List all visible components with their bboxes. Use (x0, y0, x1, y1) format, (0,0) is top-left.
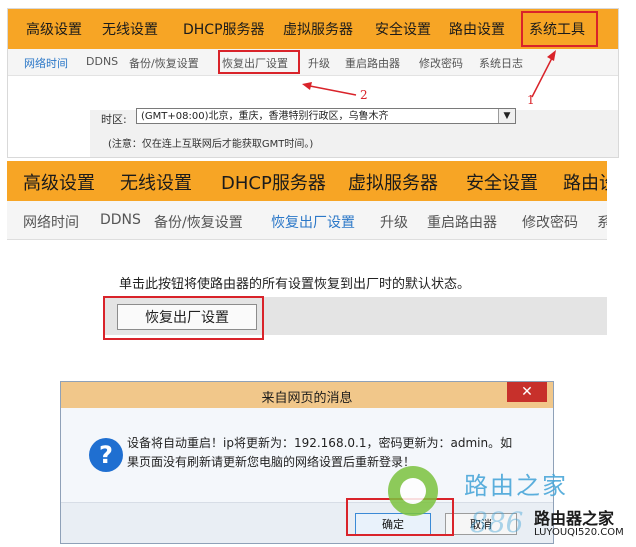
highlight-reset-button (103, 296, 264, 340)
nav-routing-zoom[interactable]: 路由设 (563, 169, 607, 195)
arrow-line-1 (531, 57, 553, 98)
watermark-text: 路由之家 (464, 472, 568, 500)
subnav-factory-reset-zoom[interactable]: 恢复出厂设置 (271, 212, 355, 232)
arrowhead-1-icon (547, 50, 556, 61)
reset-description: 单击此按钮将使路由器的所有设置恢复到出厂时的默认状态。 (119, 277, 471, 292)
main-nav-bar-zoom: 高级设置 无线设置 DHCP服务器 虚拟服务器 安全设置 路由设 (7, 161, 607, 201)
subnav-change-password-zoom[interactable]: 修改密码 (522, 212, 578, 232)
callout-1: 1 (527, 93, 535, 107)
watermark-url: LUYOUQI520.COM (534, 527, 624, 538)
nav-wireless-zoom[interactable]: 无线设置 (120, 169, 192, 195)
nav-advanced-zoom[interactable]: 高级设置 (23, 169, 95, 195)
subnav-backup-restore-zoom[interactable]: 备份/恢复设置 (154, 212, 243, 232)
nav-divider (7, 239, 607, 240)
dialog-title: 来自网页的消息 (261, 391, 353, 406)
callout-2: 2 (360, 88, 368, 102)
watermark-brand: 路由器之家 (534, 509, 615, 528)
dialog-titlebar: 来自网页的消息 ✕ (61, 382, 553, 408)
subnav-network-time-zoom[interactable]: 网络时间 (23, 212, 79, 232)
annotation-arrows (302, 50, 556, 98)
sub-nav-bar-zoom: 网络时间 DDNS 备份/恢复设置 恢复出厂设置 升级 重启路由器 修改密码 系 (7, 201, 607, 239)
nav-virtual-server-zoom[interactable]: 虚拟服务器 (348, 169, 438, 195)
subnav-reboot-zoom[interactable]: 重启路由器 (427, 212, 497, 232)
router-ui-zoomed: 高级设置 无线设置 DHCP服务器 虚拟服务器 安全设置 路由设 网络时间 DD… (7, 161, 607, 381)
close-icon[interactable]: ✕ (507, 382, 547, 402)
question-icon: ? (89, 438, 123, 472)
watermark-number: 886 (470, 506, 524, 539)
nav-dhcp-zoom[interactable]: DHCP服务器 (221, 169, 326, 195)
watermark-logo-icon (388, 466, 438, 516)
subnav-ddns-zoom[interactable]: DDNS (100, 212, 141, 228)
subnav-system-log-zoom[interactable]: 系 (597, 212, 607, 232)
arrowhead-2-icon (302, 82, 312, 90)
arrow-line-2 (309, 85, 357, 96)
nav-security-zoom[interactable]: 安全设置 (466, 169, 538, 195)
subnav-upgrade-zoom[interactable]: 升级 (380, 212, 408, 232)
